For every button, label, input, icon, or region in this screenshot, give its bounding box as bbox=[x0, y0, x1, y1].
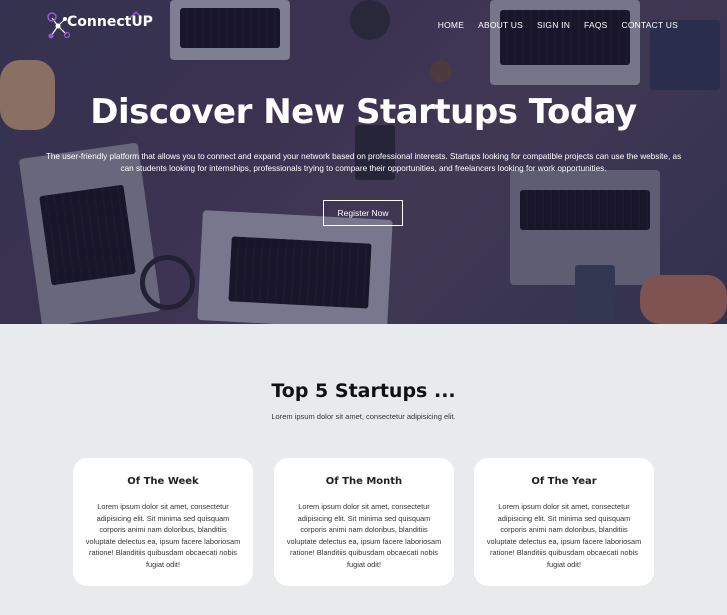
card-of-the-year: Of The Year Lorem ipsum dolor sit amet, … bbox=[474, 458, 654, 586]
nav-link-home[interactable]: HOME bbox=[438, 20, 464, 30]
nav-link-contact-us[interactable]: CONTACT US bbox=[622, 20, 678, 30]
card-of-the-week: Of The Week Lorem ipsum dolor sit amet, … bbox=[73, 458, 253, 586]
hero-section: ConnectUP HOME ABOUT US SIGN IN FAQS CON… bbox=[0, 0, 727, 324]
nav-link-about-us[interactable]: ABOUT US bbox=[478, 20, 523, 30]
card-title: Of The Month bbox=[325, 476, 403, 487]
register-now-button[interactable]: Register Now bbox=[323, 200, 403, 226]
card-body: Lorem ipsum dolor sit amet, consectetur … bbox=[486, 502, 642, 569]
top-navigation: ConnectUP HOME ABOUT US SIGN IN FAQS CON… bbox=[0, 0, 727, 52]
card-body: Lorem ipsum dolor sit amet, consectetur … bbox=[286, 502, 442, 569]
card-of-the-month: Of The Month Lorem ipsum dolor sit amet,… bbox=[274, 458, 454, 586]
section-title: Top 5 Startups ... bbox=[271, 380, 456, 402]
card-title: Of The Week bbox=[127, 476, 199, 487]
nav-menu: HOME ABOUT US SIGN IN FAQS CONTACT US bbox=[438, 20, 678, 30]
card-body: Lorem ipsum dolor sit amet, consectetur … bbox=[85, 502, 241, 569]
section-subtitle: Lorem ipsum dolor sit amet, consectetur … bbox=[271, 412, 456, 421]
brand-name[interactable]: ConnectUP bbox=[67, 14, 153, 30]
nav-link-sign-in[interactable]: SIGN IN bbox=[537, 20, 570, 30]
card-title: Of The Year bbox=[531, 476, 597, 487]
hero-description: The user-friendly platform that allows y… bbox=[45, 152, 682, 173]
nav-link-faqs[interactable]: FAQS bbox=[584, 20, 607, 30]
hero-title: Discover New Startups Today bbox=[90, 92, 637, 132]
